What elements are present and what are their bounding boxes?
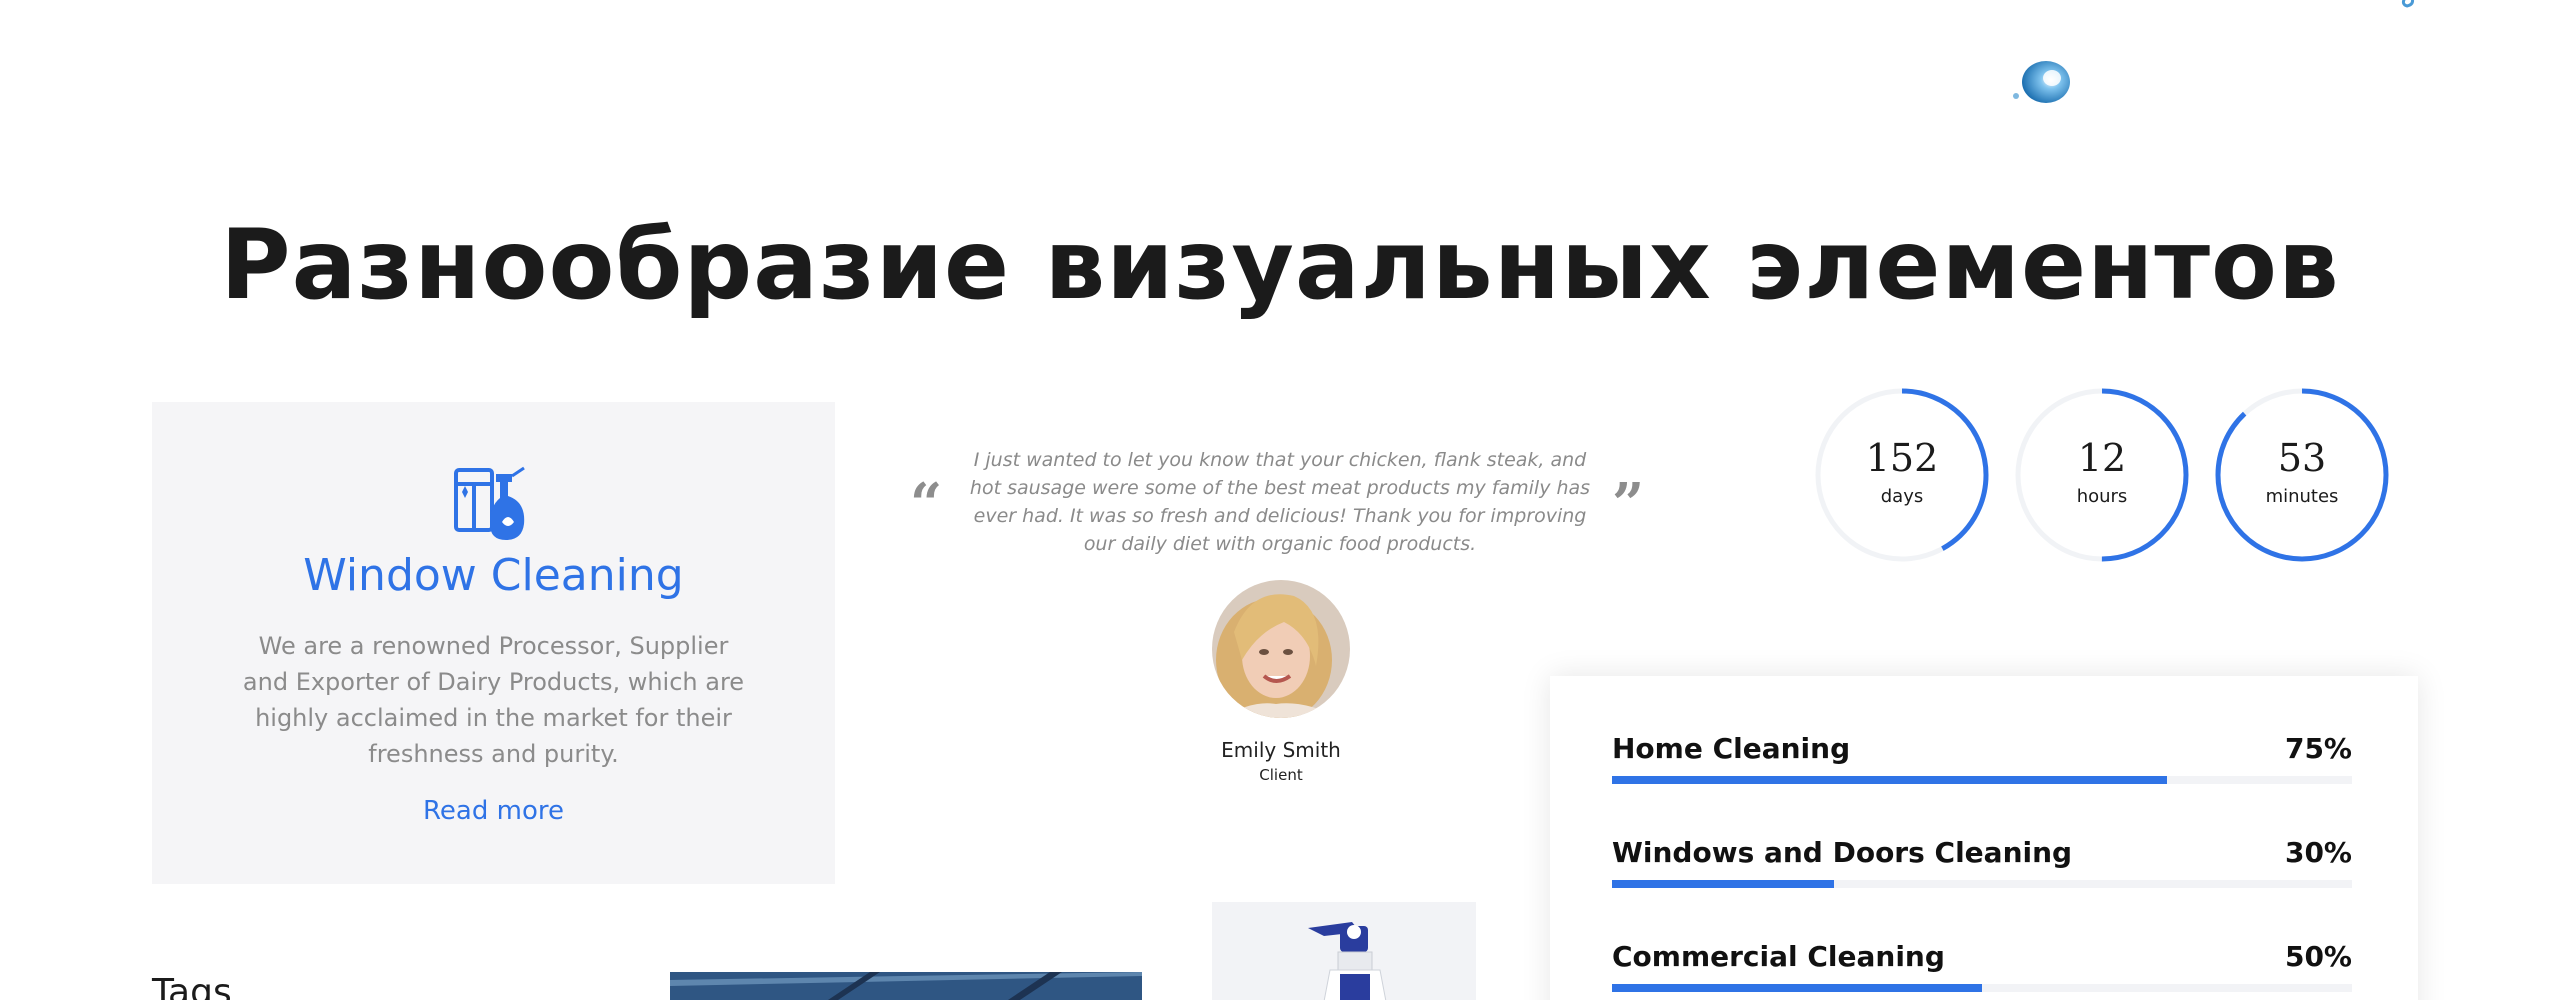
building-image	[670, 972, 1142, 1000]
countdown-hours-label: hours	[2076, 486, 2128, 507]
progress-label: Commercial Cleaning	[1612, 940, 1945, 973]
progress-fill	[1612, 984, 1982, 992]
progress-label: Windows and Doors Cleaning	[1612, 836, 2073, 869]
quote-open-icon: “	[910, 471, 943, 537]
service-title: Window Cleaning	[303, 550, 684, 601]
testimonial-quote: I just wanted to let you know that your …	[969, 449, 1591, 555]
water-drop-icon	[2013, 61, 2070, 103]
quote-close-icon: ”	[1612, 471, 1645, 537]
client-name: Emily Smith	[1221, 738, 1341, 762]
countdown-days-value: 152	[1865, 436, 1939, 480]
service-card: Window Cleaning We are a renowned Proces…	[152, 402, 835, 884]
progress-label: Home Cleaning	[1612, 732, 1851, 765]
client-role: Client	[1259, 766, 1303, 784]
progress-track	[1612, 984, 2352, 992]
countdown-hours: 12 hours	[2015, 388, 2189, 562]
progress-track	[1612, 880, 2352, 888]
progress-value: 50%	[2284, 940, 2352, 973]
spray-bottle-image	[1212, 902, 1476, 1000]
countdown-hours-value: 12	[2077, 436, 2127, 480]
page-title: Разнообразие визуальных элементов	[220, 209, 2340, 321]
avatar	[1212, 580, 1350, 718]
countdown-days-label: days	[1880, 486, 1924, 507]
countdown-days: 152 days	[1815, 388, 1989, 562]
read-more-link[interactable]: Read more	[152, 796, 835, 826]
service-description: We are a renowned Processor, Supplier an…	[242, 632, 745, 768]
progress-track	[1612, 776, 2352, 784]
tags-heading: Tags	[152, 972, 232, 1000]
window-spray-icon	[454, 466, 525, 540]
countdown-minutes-label: minutes	[2265, 486, 2339, 507]
countdown-minutes: 53 minutes	[2215, 388, 2389, 562]
water-drop-small-icon	[2401, 0, 2414, 8]
progress-fill	[1612, 880, 1834, 888]
progress-value: 30%	[2284, 836, 2352, 869]
countdown-minutes-value: 53	[2277, 436, 2327, 480]
progress-fill	[1612, 776, 2167, 784]
progress-panel: Home Cleaning 75% Windows and Doors Clea…	[1550, 676, 2418, 1000]
progress-value: 75%	[2284, 732, 2352, 765]
